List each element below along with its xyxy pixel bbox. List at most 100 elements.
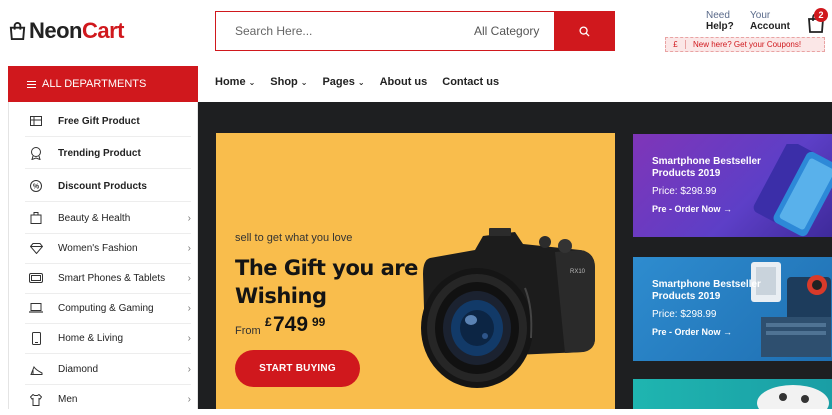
nav-home[interactable]: Home ⌄ (215, 76, 255, 88)
banner-title-line1: Smartphone Bestseller (652, 156, 761, 167)
menu-icon (27, 79, 36, 90)
chevron-down-icon: ⌄ (300, 77, 308, 87)
banner-title: Smartphone Bestseller Products 2019 (652, 279, 761, 303)
promo-banner-blue[interactable]: Smartphone Bestseller Products 2019 Pric… (633, 257, 832, 361)
sidebar-item-diamond[interactable]: Diamond › (25, 354, 191, 385)
search-button[interactable] (554, 12, 614, 50)
departments-sidebar: Free Gift Product Trending Product % Dis… (8, 102, 198, 409)
heel-icon (29, 362, 43, 376)
chevron-down-icon: ⌄ (357, 77, 365, 87)
account-big-label: Account (750, 21, 790, 32)
main-nav: Home ⌄ Shop ⌄ Pages ⌄ About us Contact us (215, 76, 514, 88)
promo-banner-purple[interactable]: Smartphone Bestseller Products 2019 Pric… (633, 134, 832, 237)
sidebar-item-womens-fashion[interactable]: Women's Fashion › (25, 233, 191, 264)
hero-subtitle: sell to get what you love (235, 232, 353, 244)
banner-title: Smartphone Bestseller Products 2019 (652, 156, 761, 180)
all-departments-button[interactable]: ALL DEPARTMENTS (8, 66, 198, 102)
sidebar-item-discount[interactable]: % Discount Products (25, 171, 191, 202)
cart-count-badge: 2 (814, 8, 828, 22)
site-logo[interactable]: NeonCart (8, 18, 125, 43)
sidebar-item-smart-phones[interactable]: Smart Phones & Tablets › (25, 263, 191, 294)
help-big-label: Help? (706, 21, 734, 32)
coupon-banner[interactable]: £ New here? Get your Coupons! (665, 37, 825, 52)
svg-text:RX10: RX10 (570, 269, 586, 275)
percent-icon: % (29, 179, 43, 193)
sidebar-item-label: Men (58, 394, 78, 405)
bottle-icon (29, 211, 43, 225)
sidebar-item-label: Free Gift Product (58, 115, 140, 127)
hero-title: The Gift you are Wishing (235, 254, 418, 310)
sidebar-item-label: Women's Fashion (58, 242, 138, 254)
search-bar: All Category (215, 11, 615, 51)
sidebar-item-trending[interactable]: Trending Product (25, 138, 191, 169)
sidebar-item-computing[interactable]: Computing & Gaming › (25, 293, 191, 324)
controller-image (757, 385, 829, 409)
nav-contact[interactable]: Contact us (442, 76, 499, 88)
hero-from-label: From (235, 325, 261, 337)
chevron-right-icon: › (187, 394, 191, 405)
nav-shop[interactable]: Shop ⌄ (270, 76, 307, 88)
shirt-icon (29, 393, 43, 407)
nav-home-label: Home (215, 76, 246, 88)
help-small-label: Need (706, 10, 730, 21)
nav-about-label: About us (379, 76, 428, 88)
banner-title-line2: Products 2019 (652, 291, 721, 302)
sidebar-item-beauty[interactable]: Beauty & Health › (25, 203, 191, 234)
nav-about[interactable]: About us (380, 76, 428, 88)
pre-order-link[interactable]: Pre - Order Now → (652, 204, 732, 214)
sidebar-item-home-living[interactable]: Home & Living › (25, 323, 191, 354)
tablet-icon (29, 271, 43, 285)
sidebar-item-free-gift[interactable]: Free Gift Product (25, 106, 191, 137)
phone-icon (29, 331, 43, 345)
sidebar-item-men[interactable]: Men › (25, 384, 191, 415)
shopping-bag-icon (9, 21, 26, 40)
sidebar-item-label: Home & Living (58, 332, 124, 344)
gadget-image (751, 262, 831, 357)
search-icon (578, 25, 590, 37)
all-departments-label: ALL DEPARTMENTS (42, 78, 147, 90)
chevron-right-icon: › (187, 363, 191, 375)
account-small-label: Your (750, 10, 771, 21)
chevron-right-icon: › (187, 302, 191, 314)
sidebar-item-label: Computing & Gaming (58, 302, 154, 314)
banner-price: Price: $298.99 (652, 186, 717, 197)
banner-price: Price: $298.99 (652, 309, 717, 320)
nav-pages[interactable]: Pages ⌄ (322, 76, 364, 88)
coupon-text: New here? Get your Coupons! (693, 40, 802, 49)
nav-pages-label: Pages (322, 76, 355, 88)
account-link[interactable]: Your Account (750, 10, 790, 32)
hero-price-cents: 99 (312, 315, 326, 329)
laptop-icon (29, 301, 43, 315)
banner-title-line1: Smartphone Bestseller (652, 279, 761, 290)
nav-contact-label: Contact us (442, 76, 500, 88)
gift-card-icon (29, 114, 43, 128)
start-buying-button[interactable]: START BUYING (235, 350, 360, 387)
hero-price: 749 (273, 313, 309, 336)
nav-shop-label: Shop (270, 76, 298, 88)
hero-price-currency: £ (265, 315, 272, 329)
category-select[interactable]: All Category (459, 12, 554, 50)
banner-title-line2: Products 2019 (652, 168, 721, 179)
pre-order-link[interactable]: Pre - Order Now → (652, 327, 732, 337)
search-input[interactable] (216, 12, 459, 50)
badge-icon (29, 146, 43, 160)
logo-text-cart: Cart (82, 18, 125, 43)
promo-banner-teal[interactable] (633, 379, 832, 409)
diamond-icon (29, 241, 43, 255)
logo-text-neon: Neon (29, 18, 83, 43)
hero-title-line2: Wishing (235, 284, 327, 308)
sidebar-item-label: Diamond (58, 363, 99, 375)
camera-image: RX10 (421, 228, 595, 388)
sidebar-item-label: Smart Phones & Tablets (58, 272, 166, 284)
sidebar-item-label: Discount Products (58, 180, 147, 192)
chevron-right-icon: › (187, 332, 191, 344)
chevron-down-icon: ⌄ (248, 77, 256, 87)
chevron-right-icon: › (187, 242, 191, 254)
sidebar-item-label: Trending Product (58, 147, 141, 159)
svg-text:%: % (33, 184, 40, 191)
hero-title-line1: The Gift you are (235, 256, 418, 280)
help-link[interactable]: Need Help? (706, 10, 734, 32)
coupon-currency: £ (666, 40, 686, 49)
sidebar-item-label: Beauty & Health (58, 212, 131, 224)
chevron-right-icon: › (187, 212, 191, 224)
